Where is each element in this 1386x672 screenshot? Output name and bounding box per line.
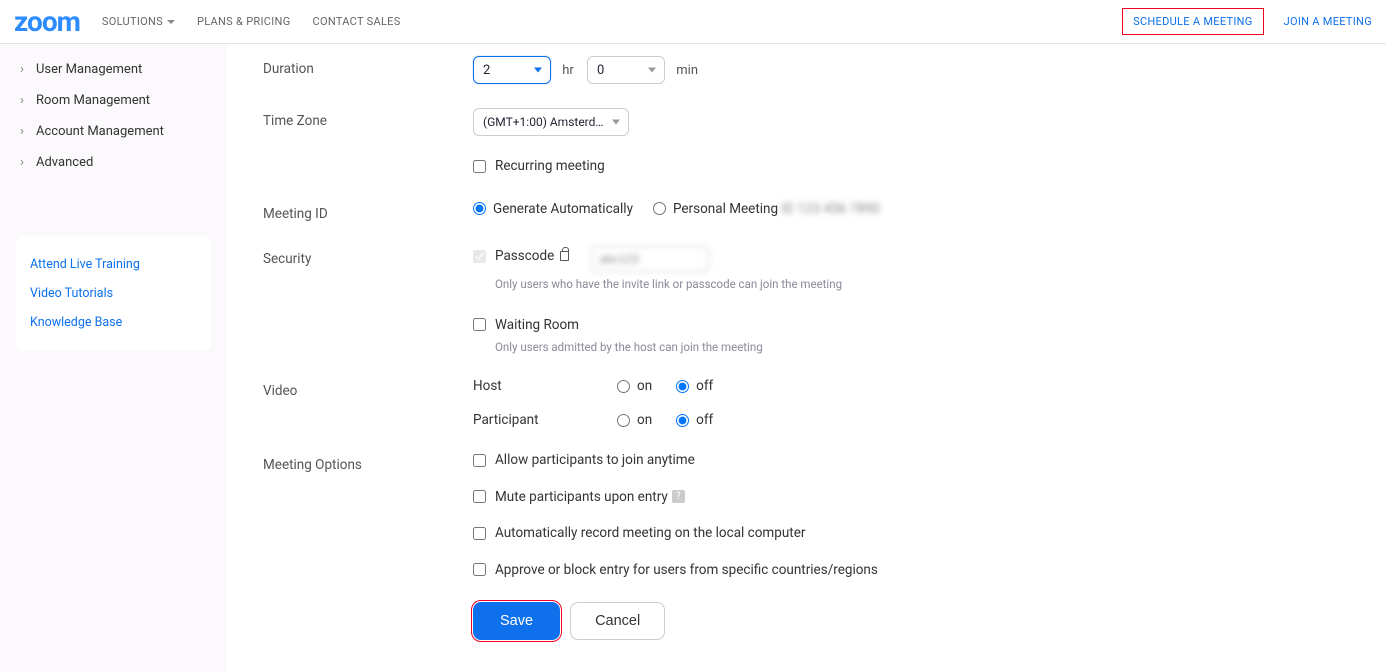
hr-unit: hr	[562, 63, 574, 78]
nav-plans[interactable]: PLANS & PRICING	[197, 15, 291, 28]
help-video-tutorials[interactable]: Video Tutorials	[30, 279, 197, 308]
waiting-hint: Only users admitted by the host can join…	[495, 340, 1386, 354]
meeting-id-auto-radio[interactable]: Generate Automatically	[473, 201, 633, 217]
video-participant-label: Participant	[473, 412, 617, 428]
label-duration: Duration	[263, 56, 473, 77]
opt-mute-entry[interactable]: Mute participants upon entry?	[473, 489, 685, 505]
participant-video-on-radio[interactable]: on	[617, 412, 652, 428]
video-host-label: Host	[473, 378, 617, 394]
passcode-checkbox[interactable]: Passcode	[473, 248, 569, 264]
save-button[interactable]: Save	[473, 602, 560, 640]
schedule-meeting-button[interactable]: SCHEDULE A MEETING	[1122, 8, 1263, 35]
meeting-id-personal-input[interactable]	[653, 202, 666, 215]
waiting-room-checkbox[interactable]: Waiting Room	[473, 317, 579, 333]
host-video-off-radio[interactable]: off	[676, 378, 713, 394]
recurring-label: Recurring meeting	[495, 158, 605, 174]
nav-links: SOLUTIONS PLANS & PRICING CONTACT SALES	[102, 15, 401, 28]
timezone-select[interactable]: (GMT+1:00) Amsterdam, Be	[473, 108, 629, 136]
label-security: Security	[263, 246, 473, 267]
join-meeting-link[interactable]: JOIN A MEETING	[1284, 15, 1372, 28]
sidebar-item-user-management[interactable]: User Management	[0, 54, 227, 85]
label-video: Video	[263, 378, 473, 399]
cancel-button[interactable]: Cancel	[570, 602, 665, 640]
passcode-hint: Only users who have the invite link or p…	[495, 277, 1386, 291]
recurring-checkbox-input[interactable]	[473, 160, 486, 173]
meeting-id-personal-radio[interactable]: Personal Meeting ID 123 456 7890	[653, 201, 880, 217]
passcode-checkbox-input	[473, 250, 486, 263]
host-video-on-radio[interactable]: on	[617, 378, 652, 394]
duration-minutes-select[interactable]: 0	[587, 56, 665, 84]
passcode-input[interactable]	[591, 246, 709, 272]
help-knowledge-base[interactable]: Knowledge Base	[30, 308, 197, 337]
opt-country-block[interactable]: Approve or block entry for users from sp…	[473, 562, 878, 578]
label-options: Meeting Options	[263, 452, 473, 473]
top-header: zoom SOLUTIONS PLANS & PRICING CONTACT S…	[0, 0, 1386, 44]
help-box: Attend Live Training Video Tutorials Kno…	[16, 236, 211, 351]
header-right: SCHEDULE A MEETING JOIN A MEETING	[1122, 8, 1372, 35]
info-icon[interactable]: ?	[672, 490, 685, 503]
label-timezone: Time Zone	[263, 108, 473, 129]
main-form: Duration 2 hr 0 min Time Zone (GMT+1:00)…	[227, 44, 1386, 672]
meeting-id-auto-input[interactable]	[473, 202, 486, 215]
opt-join-anytime[interactable]: Allow participants to join anytime	[473, 452, 695, 468]
opt-auto-record[interactable]: Automatically record meeting on the loca…	[473, 525, 805, 541]
sidebar-item-advanced[interactable]: Advanced	[0, 147, 227, 178]
nav-solutions[interactable]: SOLUTIONS	[102, 15, 175, 28]
label-meeting-id: Meeting ID	[263, 201, 473, 222]
sidebar: User Management Room Management Account …	[0, 44, 227, 672]
nav-contact[interactable]: CONTACT SALES	[313, 15, 401, 28]
help-live-training[interactable]: Attend Live Training	[30, 250, 197, 279]
lock-icon	[560, 251, 569, 261]
min-unit: min	[676, 63, 698, 78]
duration-hours-select[interactable]: 2	[473, 56, 551, 84]
waiting-room-checkbox-input[interactable]	[473, 318, 486, 331]
sidebar-item-account-management[interactable]: Account Management	[0, 116, 227, 147]
participant-video-off-radio[interactable]: off	[676, 412, 713, 428]
zoom-logo[interactable]: zoom	[14, 5, 80, 38]
sidebar-item-room-management[interactable]: Room Management	[0, 85, 227, 116]
recurring-checkbox[interactable]: Recurring meeting	[473, 158, 605, 174]
